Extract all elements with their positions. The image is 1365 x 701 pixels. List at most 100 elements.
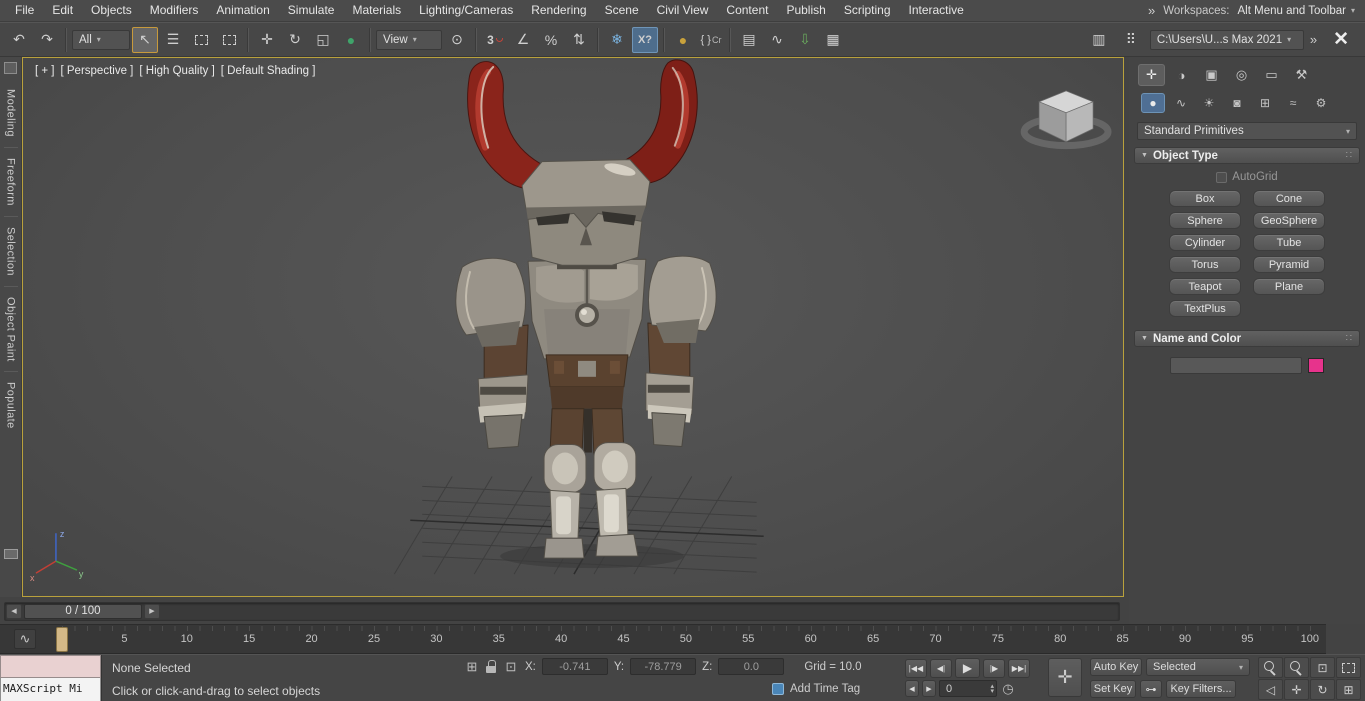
menu-file[interactable]: File xyxy=(6,0,43,21)
window-icon[interactable] xyxy=(3,549,18,559)
autogrid-checkbox[interactable]: AutoGrid xyxy=(1134,171,1360,183)
object-type-rollout-header[interactable]: ▼ Object Type ∷ xyxy=(1134,147,1360,164)
maxscript-mini-listener[interactable]: MAXScript Mi xyxy=(0,655,102,701)
menu-objects[interactable]: Objects xyxy=(82,0,141,21)
menu-materials[interactable]: Materials xyxy=(343,0,410,21)
zoom-region-icon[interactable] xyxy=(1336,657,1361,678)
workspaces-dropdown[interactable]: Alt Menu and Toolbar ▾ xyxy=(1238,5,1356,17)
name-color-rollout-header[interactable]: ▼ Name and Color ∷ xyxy=(1134,330,1360,347)
viewport-menu-general[interactable]: [ + ] xyxy=(35,65,55,77)
menu-animation[interactable]: Animation xyxy=(207,0,278,21)
zoom-icon[interactable] xyxy=(1258,657,1283,678)
previous-frame-icon[interactable]: ◀ xyxy=(6,603,22,619)
object-name-input[interactable] xyxy=(1170,357,1302,374)
go-to-start-button[interactable]: |◀◀ xyxy=(905,658,927,678)
script-braces-icon[interactable]: { } Cr xyxy=(698,27,724,53)
next-frame-icon[interactable]: ▶ xyxy=(144,603,160,619)
undo-icon[interactable]: ↶ xyxy=(6,27,32,53)
time-slider-track[interactable]: ◀ 0 / 100 ▶ xyxy=(4,601,1120,621)
material-editor-icon[interactable]: ● xyxy=(670,27,696,53)
go-to-end-button[interactable]: ▶▶| xyxy=(1008,658,1030,678)
current-frame-field[interactable]: 0 ▴ ▾ xyxy=(939,680,997,697)
geometry-category-icon[interactable]: ● xyxy=(1141,93,1165,113)
z-coordinate-field[interactable]: 0.0 xyxy=(718,658,785,675)
character-model[interactable] xyxy=(455,59,717,569)
close-icon[interactable]: ✕ xyxy=(1323,28,1359,51)
frame-back-button[interactable]: ◀ xyxy=(905,680,919,697)
play-button[interactable]: ▶ xyxy=(955,658,980,678)
spinner-snap-icon[interactable]: ⇅ xyxy=(566,27,592,53)
curve-editor-icon[interactable]: ∿ xyxy=(764,27,790,53)
select-by-name-icon[interactable]: ☰ xyxy=(160,27,186,53)
xview-icon[interactable]: X? xyxy=(632,26,658,53)
display-tab[interactable]: ▭ xyxy=(1258,64,1285,86)
lights-category-icon[interactable]: ☀ xyxy=(1197,93,1221,113)
time-slider-handle[interactable]: 0 / 100 xyxy=(24,603,142,619)
menu-scripting[interactable]: Scripting xyxy=(835,0,900,21)
project-path-dropdown[interactable]: C:\Users\U...s Max 2021 ▾ xyxy=(1149,29,1304,50)
percent-snap-icon[interactable]: % xyxy=(538,27,564,53)
auto-key-button[interactable]: Auto Key xyxy=(1090,658,1142,676)
textplus-button[interactable]: TextPlus xyxy=(1169,300,1241,317)
selection-filter-dropdown[interactable]: All ▾ xyxy=(72,29,130,50)
menu-simulate[interactable]: Simulate xyxy=(279,0,344,21)
menu-publish[interactable]: Publish xyxy=(777,0,834,21)
view-cube[interactable] xyxy=(1020,90,1112,150)
teapot-button[interactable]: Teapot xyxy=(1169,278,1241,295)
previous-key-button[interactable]: ◀| xyxy=(930,658,952,678)
redo-icon[interactable]: ↷ xyxy=(34,27,60,53)
shapes-category-icon[interactable]: ∿ xyxy=(1169,93,1193,113)
rectangular-selection-icon[interactable] xyxy=(188,27,214,53)
cameras-category-icon[interactable]: ◙ xyxy=(1225,93,1249,113)
layer-manager-icon[interactable]: ▤ xyxy=(736,27,762,53)
zoom-all-icon[interactable] xyxy=(1284,657,1309,678)
select-and-rotate-icon[interactable]: ↻ xyxy=(282,27,308,53)
x-coordinate-field[interactable]: -0.741 xyxy=(541,658,608,675)
pyramid-button[interactable]: Pyramid xyxy=(1253,256,1325,273)
orbit-icon[interactable]: ↻ xyxy=(1310,679,1335,700)
snowflake-icon[interactable]: ❄ xyxy=(604,27,630,53)
viewport-menu-quality[interactable]: [ High Quality ] xyxy=(139,65,214,77)
listener-field[interactable]: MAXScript Mi xyxy=(0,678,101,701)
angle-snap-icon[interactable]: ∠ xyxy=(510,27,536,53)
hierarchy-tab[interactable]: ▣ xyxy=(1198,64,1225,86)
modify-tab[interactable]: ◑ xyxy=(1168,64,1195,86)
snap-toggle-3d-icon[interactable]: 3 xyxy=(482,27,508,53)
frame-forward-button[interactable]: ▶ xyxy=(922,680,936,697)
menu-interactive[interactable]: Interactive xyxy=(900,0,973,21)
viewport-menu-pov[interactable]: [ Perspective ] xyxy=(61,65,134,77)
frame-spinner[interactable]: ▴ ▾ xyxy=(990,683,996,695)
macro-recorder-field[interactable] xyxy=(0,655,101,678)
reference-coordsys-dropdown[interactable]: View ▾ xyxy=(376,29,442,50)
time-tag[interactable]: Add Time Tag xyxy=(772,683,860,695)
perspective-viewport[interactable]: [ + ] [ Perspective ] [ High Quality ] [… xyxy=(22,57,1124,597)
window-crossing-icon[interactable] xyxy=(216,27,242,53)
absolute-mode-icon[interactable]: ⊡ xyxy=(503,659,519,675)
set-key-button[interactable]: Set Key xyxy=(1090,680,1136,698)
geosphere-button[interactable]: GeoSphere xyxy=(1253,212,1325,229)
mini-curve-editor-icon[interactable]: ∿ xyxy=(14,629,36,649)
ribbon-tab-modeling[interactable]: Modeling xyxy=(5,81,17,145)
spinner-down-icon[interactable]: ▾ xyxy=(990,688,994,695)
selection-lock-icon[interactable] xyxy=(486,660,497,673)
helpers-category-icon[interactable]: ⊞ xyxy=(1253,93,1277,113)
cylinder-button[interactable]: Cylinder xyxy=(1169,234,1241,251)
menu-civil-view[interactable]: Civil View xyxy=(648,0,718,21)
menu-scene[interactable]: Scene xyxy=(596,0,648,21)
spacewarps-category-icon[interactable]: ≈ xyxy=(1281,93,1305,113)
time-marker[interactable] xyxy=(56,627,68,652)
dots-grid-icon[interactable]: ⠿ xyxy=(1118,27,1144,53)
y-coordinate-field[interactable]: -78.779 xyxy=(630,658,697,675)
menu-content[interactable]: Content xyxy=(717,0,777,21)
transform-gizmo-icon[interactable]: ⊞ xyxy=(464,659,480,675)
key-filters-button[interactable]: Key Filters... xyxy=(1166,680,1236,698)
create-tab[interactable]: ✛ xyxy=(1138,64,1165,86)
utilities-tab[interactable]: ⚒ xyxy=(1288,64,1315,86)
pan-view-icon[interactable]: ✛ xyxy=(1284,679,1309,700)
toolbar-overflow-icon[interactable]: » xyxy=(1310,32,1317,47)
use-pivot-center-icon[interactable]: ⊙ xyxy=(444,27,470,53)
render-download-icon[interactable]: ⇩ xyxy=(792,27,818,53)
ribbon-tab-icon[interactable] xyxy=(4,62,17,74)
ribbon-tab-object-paint[interactable]: Object Paint xyxy=(5,289,17,370)
box-button[interactable]: Box xyxy=(1169,190,1241,207)
